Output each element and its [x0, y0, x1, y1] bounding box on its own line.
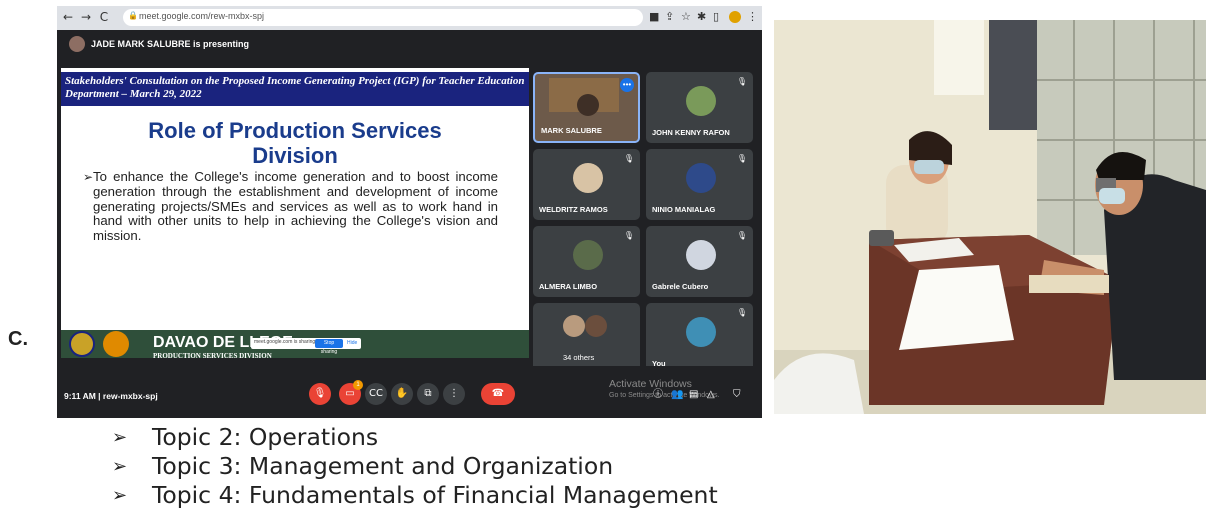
screen-share-popup: meet.google.com is sharing your screen S…: [251, 338, 361, 355]
slide-header: Stakeholders' Consultation on the Propos…: [61, 72, 529, 106]
captions-button[interactable]: CC: [365, 383, 387, 405]
mic-off-icon: 🎙: [623, 231, 634, 240]
others-count: 34 others: [563, 353, 595, 362]
avatar: [69, 36, 85, 52]
presenting-text: JADE MARK SALUBRE is presenting: [91, 39, 250, 49]
participant-tile[interactable]: 34 others: [533, 303, 640, 374]
url-text: meet.google.com/rew-mxbx-spj: [139, 11, 265, 21]
consultation-photo-illustration: [774, 20, 1206, 414]
avatar: [686, 240, 716, 270]
participant-tile[interactable]: 🎙 WELDRITZ RAMOS: [533, 149, 640, 220]
avatar: [577, 94, 599, 116]
sidebar-icon[interactable]: ▯: [713, 10, 719, 24]
avatar: [573, 163, 603, 193]
avatar: [686, 317, 716, 347]
hide-button[interactable]: Hide: [347, 339, 357, 348]
avatar: [585, 315, 607, 337]
presentation-slide: Stakeholders' Consultation on the Propos…: [61, 68, 529, 360]
participant-name: JOHN KENNY RAFON: [652, 128, 730, 137]
participant-tile[interactable]: 🎙 ALMERA LIMBO: [533, 226, 640, 297]
extensions-icon[interactable]: ✱: [697, 10, 706, 24]
college-seal-logo: [69, 331, 95, 357]
back-icon[interactable]: ←: [61, 10, 75, 24]
participant-name: NINIO MANIALAG: [652, 205, 716, 214]
slide-footer: DAVAO DE LLEGE PRODUCTION SERVICES DIVIS…: [61, 330, 529, 360]
division-name: PRODUCTION SERVICES DIVISION: [153, 352, 272, 360]
present-now-button[interactable]: ⧉: [417, 383, 439, 405]
avatar: [686, 163, 716, 193]
gear-logo-icon: [103, 331, 129, 357]
topic-item: Topic 3: Management and Organization: [152, 452, 614, 480]
participant-name: ALMERA LIMBO: [539, 282, 598, 291]
forward-icon[interactable]: →: [79, 10, 93, 24]
bullet-arrow-icon: ➢: [83, 170, 94, 184]
stop-sharing-button[interactable]: Stop sharing: [315, 339, 343, 355]
slide-title-line1: Role of Production Services: [148, 118, 442, 143]
activate-windows-subtitle: Go to Settings to activate Windows.: [609, 392, 720, 399]
mic-off-icon: 🎙: [736, 231, 747, 240]
address-bar[interactable]: 🔒 meet.google.com/rew-mxbx-spj: [123, 9, 643, 26]
avatar: [573, 240, 603, 270]
meeting-code: rew-mxbx-spj: [102, 391, 158, 401]
raise-hand-button[interactable]: ✋: [391, 383, 413, 405]
meeting-controls-bar: 9:11 AM | rew-mxbx-spj 🎙 ▭ 1 CC ✋ ⧉ ⋮ ☎ …: [57, 366, 762, 418]
camera-icon[interactable]: ■: [649, 10, 659, 24]
topic-item: Topic 2: Operations: [152, 423, 379, 451]
slide-header-text: Stakeholders' Consultation on the Propos…: [65, 75, 525, 100]
browser-window: ← → C 🔒 meet.google.com/rew-mxbx-spj ■ ⇪…: [57, 6, 762, 418]
avatar: [563, 315, 585, 337]
activities-icon[interactable]: △: [707, 389, 715, 401]
host-controls-icon[interactable]: ⛉: [733, 389, 741, 401]
meeting-time-code: 9:11 AM | rew-mxbx-spj: [64, 391, 158, 401]
share-icon[interactable]: ⇪: [665, 10, 674, 24]
slide-title: Role of Production Services Division: [61, 118, 529, 168]
more-options-button[interactable]: ⋮: [443, 383, 465, 405]
mic-off-icon: 🎙: [736, 308, 747, 317]
avatar: [686, 86, 716, 116]
participant-tile[interactable]: 🎙 JOHN KENNY RAFON: [646, 72, 753, 143]
participant-tile[interactable]: 🎙 You: [646, 303, 753, 374]
lock-icon: 🔒: [128, 11, 138, 20]
slide-title-line2: Division: [252, 143, 338, 168]
participant-tile[interactable]: 🎙 NINIO MANIALAG: [646, 149, 753, 220]
profile-avatar[interactable]: [729, 11, 741, 23]
info-icon[interactable]: ⓘ: [653, 389, 663, 401]
participant-tile[interactable]: 🎙 Gabrele Cubero: [646, 226, 753, 297]
bullet-arrow-icon: ➢: [112, 456, 128, 477]
participant-name: WELDRITZ RAMOS: [539, 205, 608, 214]
chat-icon[interactable]: ▤: [689, 389, 698, 401]
participant-name: MARK SALUBRE: [541, 126, 602, 135]
end-call-button[interactable]: ☎: [481, 383, 515, 405]
participant-name: Gabrele Cubero: [652, 282, 709, 291]
people-icon[interactable]: 👥: [671, 389, 683, 401]
topic-item: Topic 4: Fundamentals of Financial Manag…: [152, 481, 718, 509]
meeting-time: 9:11 AM: [64, 391, 96, 401]
menu-icon[interactable]: ⋮: [747, 10, 758, 24]
mic-off-icon: 🎙: [736, 77, 747, 86]
browser-toolbar: ← → C 🔒 meet.google.com/rew-mxbx-spj ■ ⇪…: [57, 6, 762, 30]
mic-off-icon: 🎙: [736, 154, 747, 163]
figure-label: C.: [8, 328, 28, 350]
participant-tile[interactable]: ••• MARK SALUBRE: [533, 72, 640, 143]
meeting-photo: [774, 20, 1206, 414]
bullet-arrow-icon: ➢: [112, 427, 128, 448]
slide-bullet-text: To enhance the College's income generati…: [93, 169, 498, 244]
presenting-banner: JADE MARK SALUBRE is presenting: [57, 30, 762, 58]
reload-icon[interactable]: C: [97, 10, 111, 24]
bookmark-star-icon[interactable]: ☆: [681, 10, 691, 24]
bullet-arrow-icon: ➢: [112, 485, 128, 506]
notification-badge: 1: [353, 380, 363, 390]
more-options-icon[interactable]: •••: [620, 78, 634, 92]
mic-off-icon: 🎙: [623, 154, 634, 163]
mic-off-button[interactable]: 🎙: [309, 383, 331, 405]
